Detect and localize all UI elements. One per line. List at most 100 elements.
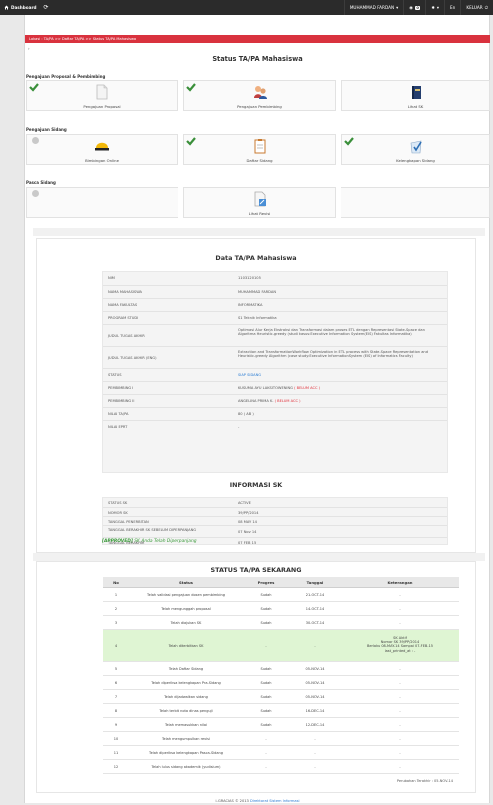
cell: - [399, 607, 401, 611]
cell: 10 [113, 737, 119, 741]
card-pengajuan-proposal[interactable]: Pengajuan Proposal [26, 80, 178, 111]
data-row: NIM 1103120105 [103, 272, 447, 285]
cell: - [314, 765, 316, 769]
footer-link[interactable]: Direktorat Sistem Informasi [250, 799, 300, 803]
cell: Sudah [260, 681, 272, 685]
sk-key: TANGGAL BERAKHIR SK SEBELUM DIPERPANJANG [108, 527, 197, 532]
settings-button[interactable]: ✹ ▾ [425, 0, 444, 15]
cell: Telah terbit nota dinas penguji [159, 709, 213, 713]
sk-key: TANGGAL PENERBITAN [108, 519, 149, 524]
section-pengajuan: Pengajuan Proposal & Pembimbing [26, 74, 106, 79]
cell: Telah memasukkan nilai [164, 723, 208, 727]
cell: - [399, 621, 401, 625]
ket-line: last_printed_at : - [384, 648, 416, 653]
cell: Telah lulus sidang akademik (yudisium) [151, 765, 221, 769]
cell: Telah validasi pengajuan dosen pembimbin… [147, 593, 225, 597]
cell: Telah Daftar Sidang [168, 667, 204, 671]
data-key: PEMBIMBING II [108, 399, 135, 403]
table-row: 7 Telah dijadwalkan sidang Sudah 05-NOV-… [103, 690, 459, 704]
cell: 05-NOV-14 [305, 681, 325, 685]
data-value: INFORMATIKA [238, 303, 263, 307]
cell: - [399, 709, 401, 713]
table-row: 9 Telah memasukkan nilai Sudah 12-DEC-14… [103, 718, 459, 732]
cell: Sudah [260, 593, 272, 597]
dashboard-link[interactable]: Dashboard [0, 5, 37, 10]
cell: Sudah [260, 723, 272, 727]
col-header: Progres [257, 579, 275, 585]
cell: 6 [114, 681, 118, 685]
col-header: Keterangan [387, 579, 413, 585]
messages-button[interactable]: ◉ 0 [403, 0, 425, 15]
check-icon [186, 137, 196, 146]
cell: - [399, 593, 401, 597]
cell: - [265, 751, 267, 755]
home-icon [4, 5, 9, 10]
card-lihat-revisi[interactable]: Lihat Revisi [183, 187, 336, 218]
card-bimbingan-online[interactable]: Bimbingan Online [26, 134, 178, 165]
card-label: Lihat SK [407, 104, 424, 109]
cell: Sudah [260, 607, 272, 611]
col-header: No [113, 579, 119, 585]
cell: 14-OCT-14 [305, 607, 325, 611]
chevron-down-icon: ▾ [396, 5, 399, 10]
card-lihat-sk[interactable]: Lihat SK [341, 80, 490, 111]
cell: 7 [114, 695, 118, 699]
data-key: NAMA FAKULTAS [108, 303, 138, 307]
refresh-icon[interactable]: ⟳ [44, 4, 49, 11]
acc-status: ( BELUM ACC ) [294, 386, 321, 390]
data-key: NILAI TA/PA [108, 412, 129, 416]
user-menu[interactable]: MUHAMMAD FARDAN ▾ [343, 0, 403, 15]
collapse-caret-icon[interactable]: › [28, 46, 30, 51]
table-row: 6 Telah diperiksa kelengkapan Pra-Sidang… [103, 676, 459, 690]
sk-value: 07 FEB 15 [238, 540, 257, 545]
messages-badge: 0 [414, 5, 421, 10]
cell: - [265, 737, 267, 741]
data-row: PROGRAM STUDI S1 Teknik Informatika [103, 311, 447, 324]
card-label: Kelengkapan Sidang [396, 158, 435, 163]
data-row: NILAI TA/PA 80 ( AB ) [103, 407, 447, 420]
data-value: SIAP SIDANG [238, 373, 438, 377]
cell: 5 [114, 667, 118, 671]
cell: - [399, 723, 401, 727]
table-row: 3 Telah diajukan SK Sudah 30-OCT-14 - [103, 616, 459, 630]
sk-value: ACTIVE [238, 500, 251, 505]
card-empty [26, 187, 178, 218]
data-row: NAMA MAHASISWA MUHAMMAD FARDAN [103, 285, 447, 298]
cell: Sudah [260, 621, 272, 625]
data-key: JUDUL TUGAS AKHIR [108, 334, 145, 338]
table-row: 2 Telah mengunggah proposal Sudah 14-OCT… [103, 602, 459, 616]
card-pengajuan-pembimbing[interactable]: Pengajuan Pembimbing [183, 80, 336, 111]
table-row: 8 Telah terbit nota dinas penguji Sudah … [103, 704, 459, 718]
data-row: NAMA FAKULTAS INFORMATIKA [103, 298, 447, 311]
footer-copyright: i-GRACIAS © 2013 [215, 799, 250, 803]
cell: 05-NOV-14 [305, 667, 325, 671]
language-button[interactable]: En [444, 0, 460, 15]
pembimbing-name: ANGELINA PRIMA K. [238, 399, 274, 403]
data-row: NILAI EPRT - [103, 420, 447, 433]
col-header: Tanggal [306, 579, 324, 585]
card-daftar-sidang[interactable]: Daftar Sidang [183, 134, 336, 165]
data-row: JUDUL TUGAS AKHIR (ENG) Extraction and T… [103, 346, 447, 368]
cell: Telah mengunggah proposal [161, 607, 211, 611]
cell: 11 [113, 751, 119, 755]
section-sidang: Pengajuan Sidang [26, 127, 67, 132]
data-value: Extraction and TransformationWorkflow Op… [238, 350, 428, 359]
cell: - [265, 644, 267, 648]
cell: 2 [114, 607, 118, 611]
approved-tag: [APPROVED] [102, 539, 133, 544]
data-table: NIM 1103120105 NAMA MAHASISWA MUHAMMAD F… [102, 271, 448, 473]
sk-value: 39/PP/2014 [238, 510, 259, 515]
data-row: STATUS SIAP SIDANG [103, 368, 447, 381]
logout-button[interactable]: KELUAR ⏻ [460, 0, 493, 15]
table-row: 11 Telah diperiksa kelengkapan Pasca-Sid… [103, 746, 459, 760]
check-icon [29, 83, 39, 92]
checklist-icon [410, 140, 422, 154]
status-value: SIAP SIDANG [238, 373, 262, 377]
cell: - [399, 681, 401, 685]
pending-icon [32, 190, 39, 197]
card-kelengkapan-sidang[interactable]: Kelengkapan Sidang [341, 134, 490, 165]
sk-key: STATUS SK [108, 500, 128, 505]
card-label: Bimbingan Online [85, 158, 119, 163]
helmet-icon [95, 142, 109, 151]
document-edit-icon [254, 191, 266, 207]
